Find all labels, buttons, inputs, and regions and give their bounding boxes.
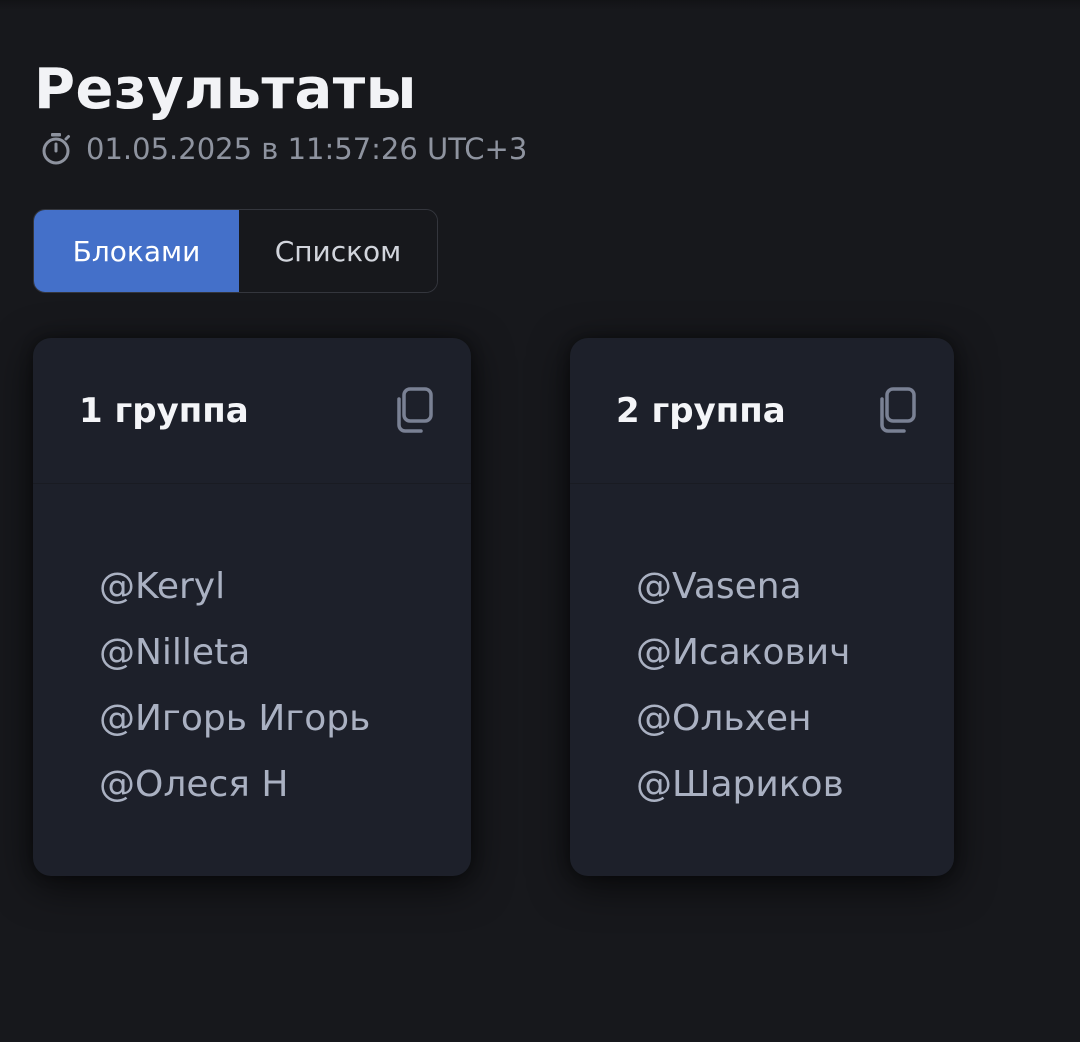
group-card-header: 1 группа	[33, 338, 471, 484]
member-item: @Vasena	[636, 566, 802, 607]
member-item: @Игорь Игорь	[99, 698, 371, 739]
group-card-header: 2 группа	[570, 338, 954, 484]
top-shadow	[0, 0, 1080, 10]
group-title: 2 группа	[616, 390, 786, 431]
timestamp: 01.05.2025 в 11:57:26 UTC+3	[86, 132, 528, 166]
stopwatch-icon	[42, 133, 70, 165]
member-item: @Исакович	[636, 632, 851, 673]
member-item: @Keryl	[99, 566, 226, 607]
member-item: @Ольхен	[636, 698, 812, 739]
toggle-blocks-button[interactable]: Блоками	[34, 210, 239, 292]
group-card: 2 группа @Vasena @Исакович @Ольхен @Шари…	[570, 338, 954, 876]
group-card: 1 группа @Keryl @Nilleta @Игорь Игорь @О…	[33, 338, 471, 876]
member-item: @Шариков	[636, 764, 844, 805]
member-item: @Nilleta	[99, 632, 251, 673]
view-toggle: Блоками Списком	[33, 209, 438, 293]
toggle-list-button[interactable]: Списком	[239, 210, 437, 292]
member-list: @Keryl @Nilleta @Игорь Игорь @Олеся Н	[33, 484, 471, 818]
member-list: @Vasena @Исакович @Ольхен @Шариков	[570, 484, 954, 818]
copy-icon[interactable]	[393, 386, 435, 435]
page-title: Результаты	[34, 57, 417, 122]
member-item: @Олеся Н	[99, 764, 289, 805]
copy-icon[interactable]	[876, 386, 918, 435]
group-title: 1 группа	[79, 390, 249, 431]
timestamp-row: 01.05.2025 в 11:57:26 UTC+3	[40, 132, 527, 166]
